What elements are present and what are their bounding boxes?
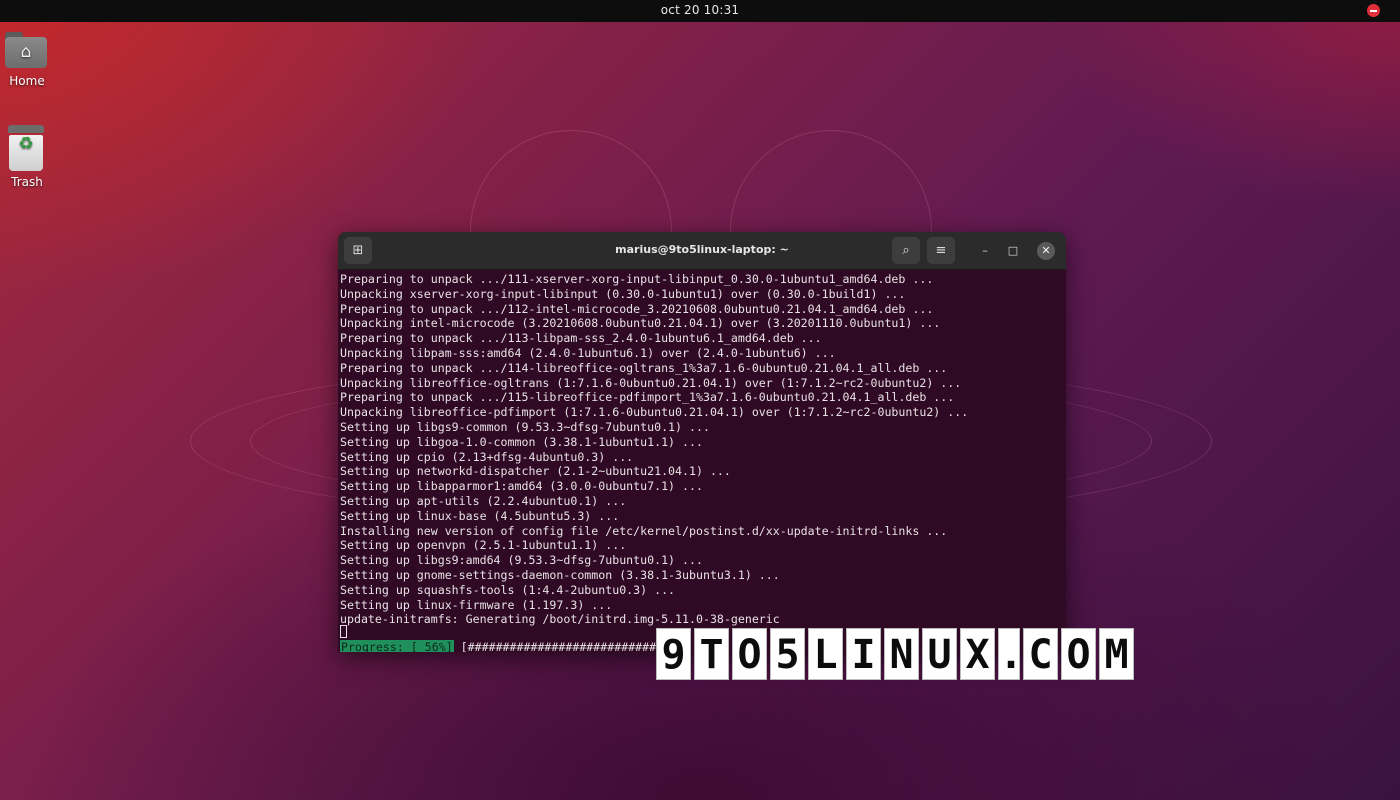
terminal-line: Setting up apt-utils (2.2.4ubuntu0.1) ..… [340,493,627,508]
desktop-icon-home[interactable]: ⌂ Home [0,32,57,88]
terminal-window[interactable]: ⊞ marius@9to5linux-laptop: ~ ⌕ ≡ – □ ✕ P… [338,232,1066,652]
terminal-line: Setting up networkd-dispatcher (2.1-2~ub… [340,464,731,479]
watermark-letter: O [1061,628,1096,680]
minimize-icon[interactable]: – [976,242,994,260]
terminal-line: Setting up linux-base (4.5ubuntu5.3) ... [340,508,620,523]
clock[interactable]: oct 20 10:31 [0,3,1400,17]
watermark-letter: N [884,628,919,680]
desktop-icon-trash[interactable]: ♻ Trash [0,125,57,189]
terminal-titlebar[interactable]: ⊞ marius@9to5linux-laptop: ~ ⌕ ≡ – □ ✕ [338,232,1066,270]
terminal-line: Preparing to unpack .../114-libreoffice-… [340,360,948,375]
terminal-line: Preparing to unpack .../115-libreoffice-… [340,390,955,405]
top-bar: oct 20 10:31 [0,0,1400,22]
trash-icon: ♻ [8,125,44,171]
do-not-disturb-icon[interactable] [1367,4,1380,17]
watermark-letter: C [1023,628,1058,680]
watermark-letter: I [846,628,881,680]
terminal-line: Setting up squashfs-tools (1:4.4-2ubuntu… [340,582,676,597]
terminal-line: Setting up openvpn (2.5.1-1ubuntu1.1) ..… [340,538,627,553]
terminal-line: Unpacking libpam-sss:amd64 (2.4.0-1ubunt… [340,345,836,360]
terminal-line: Unpacking xserver-xorg-input-libinput (0… [340,286,906,301]
progress-row: Progress: [ 56%] [######################… [340,640,663,652]
desktop-icon-label: Home [9,74,45,88]
terminal-line: Setting up linux-firmware (1.197.3) ... [340,597,613,612]
watermark-letter: M [1099,628,1134,680]
terminal-cursor [340,625,347,638]
terminal-line: Preparing to unpack .../113-libpam-sss_2… [340,331,822,346]
watermark-letter: O [732,628,767,680]
terminal-line: Setting up libgs9-common (9.53.3~dfsg-7u… [340,419,710,434]
terminal-line: Unpacking libreoffice-ogltrans (1:7.1.6-… [340,375,962,390]
progress-bar: [############################ [460,640,664,652]
terminal-line: Preparing to unpack .../111-xserver-xorg… [340,272,934,286]
watermark-letter: L [808,628,843,680]
watermark-letter: . [998,628,1023,680]
home-folder-icon: ⌂ [5,32,47,68]
terminal-line: update-initramfs: Generating /boot/initr… [340,612,780,627]
terminal-line: Setting up cpio (2.13+dfsg-4ubuntu0.3) .… [340,449,634,464]
progress-label: Progress: [ 56%] [340,640,454,652]
terminal-line: Setting up gnome-settings-daemon-common … [340,567,780,582]
search-icon[interactable]: ⌕ [892,237,920,264]
terminal-line: Unpacking intel-microcode (3.20210608.0u… [340,316,941,331]
desktop-icon-label: Trash [11,175,43,189]
watermark-letter: 5 [770,628,805,680]
watermark-letter: X [960,628,995,680]
watermark-letter: 9 [656,628,691,680]
close-icon[interactable]: ✕ [1037,242,1055,260]
terminal-line: Setting up libapparmor1:amd64 (3.0.0-0ub… [340,479,703,494]
watermark-letter: T [694,628,729,680]
hamburger-menu-icon[interactable]: ≡ [927,237,955,264]
terminal-output[interactable]: Preparing to unpack .../111-xserver-xorg… [340,272,1064,627]
maximize-icon[interactable]: □ [1004,242,1022,260]
terminal-line: Unpacking libreoffice-pdfimport (1:7.1.6… [340,405,969,420]
watermark-letter: U [922,628,957,680]
terminal-line: Setting up libgs9:amd64 (9.53.3~dfsg-7ub… [340,553,703,568]
terminal-line: Setting up libgoa-1.0-common (3.38.1-1ub… [340,434,703,449]
window-title: marius@9to5linux-laptop: ~ [615,243,789,256]
terminal-line: Preparing to unpack .../112-intel-microc… [340,301,934,316]
watermark-logo: 9TO5LINUX.COM [656,628,1134,680]
terminal-line: Installing new version of config file /e… [340,523,948,538]
